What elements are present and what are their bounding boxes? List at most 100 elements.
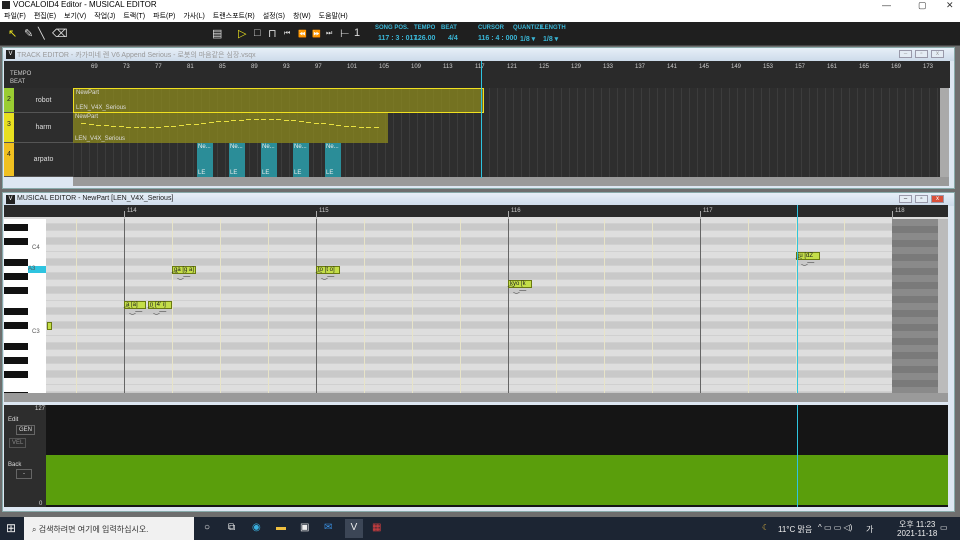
mini-part[interactable]: Ne... LE xyxy=(325,143,341,177)
beat-line xyxy=(364,219,365,393)
black-key[interactable] xyxy=(4,322,28,329)
beat-value[interactable]: 4/4 xyxy=(448,35,458,42)
black-key[interactable] xyxy=(4,224,28,231)
black-key[interactable] xyxy=(4,357,28,364)
black-key[interactable] xyxy=(4,238,28,245)
loop-icon[interactable]: ⊓ xyxy=(268,27,277,40)
control-track[interactable] xyxy=(46,405,948,507)
track-header[interactable]: 2 robot xyxy=(4,88,73,113)
vocaloid-icon: V xyxy=(6,50,15,59)
black-key[interactable] xyxy=(4,343,28,350)
file-explorer-icon[interactable]: ▬ xyxy=(276,522,286,533)
menu-item[interactable]: 파일(F) xyxy=(4,11,26,21)
musical-ruler[interactable]: 114 115 116 117 118 xyxy=(4,205,948,219)
track-hscrollbar[interactable] xyxy=(73,177,949,186)
weather-text[interactable]: 11°C 맑음 xyxy=(778,524,812,535)
task-view-icon[interactable]: ⧉ xyxy=(228,522,235,533)
rewind-icon[interactable]: ⏪ xyxy=(298,30,307,38)
clock-date[interactable]: 2021-11-18 xyxy=(897,529,937,538)
ime-indicator[interactable]: 가 xyxy=(866,524,873,535)
mini-part[interactable]: Ne... LE xyxy=(261,143,277,177)
black-key[interactable] xyxy=(4,259,28,266)
edit-select[interactable]: GEN xyxy=(16,425,36,435)
line-tool-icon[interactable]: ╲ xyxy=(38,27,45,40)
menu-item[interactable]: 설정(S) xyxy=(263,11,285,21)
part-icon[interactable]: ▤ xyxy=(212,27,222,40)
pencil-tool-icon[interactable]: ✎ xyxy=(24,27,33,40)
piano-roll-grid[interactable]: a [a] ⁀‿— n [4' i] ⁀‿— ga [g a] ⁀‿— to [t o] ⁀‿… xyxy=(46,219,938,393)
piano-roll-hscrollbar[interactable] xyxy=(4,393,948,402)
tray-chevron-icon[interactable]: ^ ▭ ▭ ◁) xyxy=(818,523,852,532)
quantize-select[interactable]: 1/8 ▾ xyxy=(520,35,535,43)
play-icon[interactable]: ▷ xyxy=(238,27,246,40)
app-icon xyxy=(2,1,10,9)
piano-roll-vscrollbar[interactable] xyxy=(938,219,948,393)
track-header[interactable]: 3 harm xyxy=(4,113,73,143)
cortana-icon[interactable]: ○ xyxy=(204,522,210,533)
weather-icon: ☾ xyxy=(762,523,770,532)
menu-item[interactable]: 트랙(T) xyxy=(123,11,145,21)
back-select[interactable]: - xyxy=(16,469,32,479)
app-taskbar-icon[interactable]: ▦ xyxy=(372,522,381,533)
store-icon[interactable]: ▣ xyxy=(300,522,309,533)
note-preview xyxy=(253,119,259,120)
edge-icon[interactable]: ◉ xyxy=(252,522,261,533)
vel-button[interactable]: VEL xyxy=(9,438,27,448)
length-select[interactable]: 1/8 ▾ xyxy=(543,35,558,43)
menu-item[interactable]: 도움말(H) xyxy=(319,11,348,21)
vocaloid-taskbar-icon[interactable]: V xyxy=(345,519,363,538)
search-icon: ⌕ xyxy=(32,525,39,534)
skip-start-icon[interactable]: ⏮ xyxy=(284,30,290,38)
menu-item[interactable]: 파트(P) xyxy=(153,11,175,21)
menu-item[interactable]: 가사(L) xyxy=(183,11,204,21)
menu-item[interactable]: 트랜스포트(R) xyxy=(213,11,255,21)
note-fragment[interactable] xyxy=(47,322,52,330)
measure-label: 145 xyxy=(699,64,710,70)
black-key[interactable] xyxy=(4,371,28,378)
piano-keyboard[interactable]: C4 A3 C3 xyxy=(4,219,46,393)
playhead[interactable] xyxy=(797,205,798,393)
gen-level-fill[interactable] xyxy=(46,455,948,505)
menu-item[interactable]: 작업(J) xyxy=(94,11,115,21)
skip-end-icon[interactable]: ⏭ xyxy=(326,30,332,38)
pointer-tool-icon[interactable]: ↖ xyxy=(8,27,17,40)
mail-icon[interactable]: ✉ xyxy=(324,522,332,533)
forward-icon[interactable]: ⏩ xyxy=(312,30,321,38)
mini-part-singer: LE xyxy=(294,170,302,176)
track-header[interactable]: 4 arpato xyxy=(4,143,73,177)
menu-item[interactable]: 창(W) xyxy=(293,11,311,21)
note-preview xyxy=(291,120,296,121)
song-pos-value: 117 : 3 : 017 xyxy=(378,35,418,42)
mini-part[interactable]: Ne... LE xyxy=(229,143,245,177)
minimize-button[interactable]: – xyxy=(899,195,912,203)
track-vscrollbar[interactable] xyxy=(940,88,949,177)
playhead[interactable] xyxy=(481,61,482,178)
metronome-icon[interactable]: 1 xyxy=(354,27,360,39)
windows-start-icon[interactable]: ⊞ xyxy=(6,521,16,535)
stop-icon[interactable]: □ xyxy=(254,27,261,39)
minimize-button[interactable]: – xyxy=(899,50,912,58)
black-key[interactable] xyxy=(4,287,28,294)
black-key[interactable] xyxy=(4,308,28,315)
restore-button[interactable]: ▫ xyxy=(915,50,928,58)
black-key[interactable] xyxy=(4,273,28,280)
close-button[interactable]: x xyxy=(931,50,944,58)
mini-part[interactable]: Ne... LE xyxy=(197,143,213,177)
measure-label: 149 xyxy=(731,64,742,70)
notification-icon[interactable]: ▭ xyxy=(940,523,948,532)
tempo-value[interactable]: 126.00 xyxy=(414,35,435,42)
vibrato-curve: ⁀‿— xyxy=(124,308,143,315)
mini-part[interactable]: Ne... LE xyxy=(293,143,309,177)
track-part[interactable]: NewPart LEN_V4X_Serious xyxy=(73,88,484,113)
note-preview xyxy=(231,120,236,121)
marker-icon[interactable]: ⊢ xyxy=(340,27,350,40)
menu-item[interactable]: 보기(V) xyxy=(64,11,86,21)
track-part[interactable]: NewPart LEN_V4X_Serious xyxy=(73,113,388,143)
restore-button[interactable]: ▫ xyxy=(915,195,928,203)
minimize-button[interactable]: — xyxy=(882,0,891,10)
eraser-tool-icon[interactable]: ⌫ xyxy=(52,27,68,40)
beat-line xyxy=(604,219,605,393)
menu-item[interactable]: 편집(E) xyxy=(34,11,56,21)
close-button[interactable]: x xyxy=(931,195,944,203)
search-box[interactable]: ⌕ 검색하려면 여기에 입력하십시오. xyxy=(24,517,194,540)
